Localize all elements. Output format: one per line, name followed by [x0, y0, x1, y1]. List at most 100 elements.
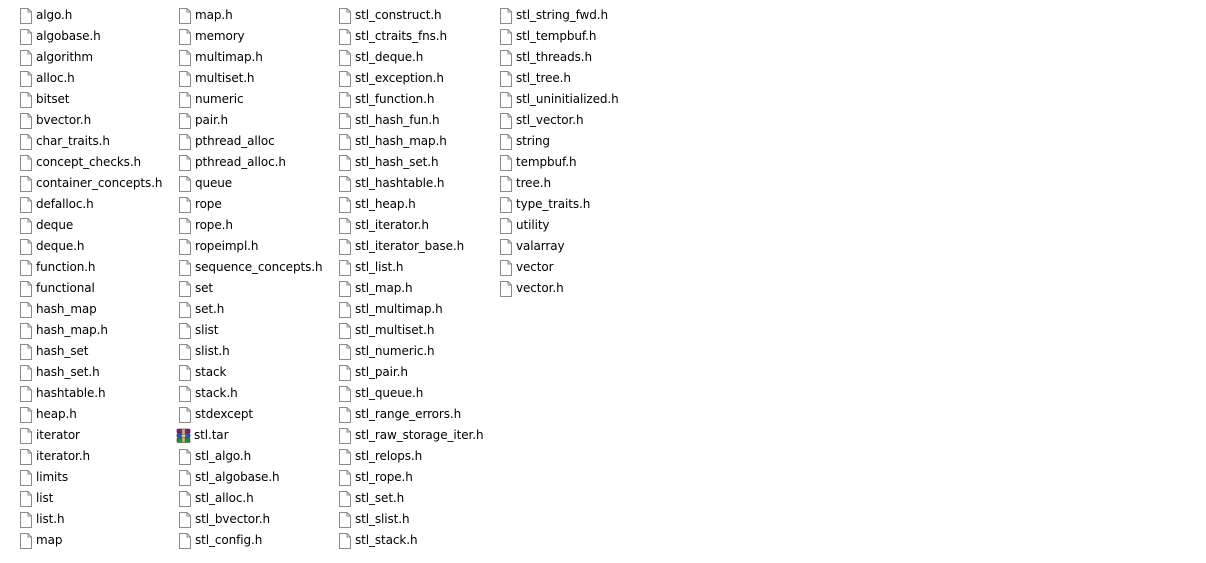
file-name: iterator.h — [36, 449, 91, 463]
file-item[interactable]: function.h — [19, 257, 162, 278]
file-item[interactable]: string — [499, 131, 619, 152]
file-item[interactable]: stl_threads.h — [499, 47, 619, 68]
file-item[interactable]: deque.h — [19, 236, 162, 257]
file-item[interactable]: multimap.h — [178, 47, 322, 68]
file-item[interactable]: limits — [19, 467, 162, 488]
file-item[interactable]: list — [19, 488, 162, 509]
file-item[interactable]: stl_ctraits_fns.h — [338, 26, 483, 47]
file-item[interactable]: stl_exception.h — [338, 68, 483, 89]
file-item[interactable]: stl_range_errors.h — [338, 404, 483, 425]
file-item[interactable]: type_traits.h — [499, 194, 619, 215]
file-item[interactable]: ropeimpl.h — [178, 236, 322, 257]
file-item[interactable]: heap.h — [19, 404, 162, 425]
file-item[interactable]: stl.tar — [176, 425, 322, 446]
file-item[interactable]: stl_tree.h — [499, 68, 619, 89]
file-item[interactable]: concept_checks.h — [19, 152, 162, 173]
file-item[interactable]: map.h — [178, 5, 322, 26]
file-item[interactable]: memory — [178, 26, 322, 47]
file-item[interactable]: algobase.h — [19, 26, 162, 47]
file-item[interactable]: tempbuf.h — [499, 152, 619, 173]
file-item[interactable]: map — [19, 530, 162, 551]
file-item[interactable]: stl_algo.h — [178, 446, 322, 467]
file-item[interactable]: stl_relops.h — [338, 446, 483, 467]
file-item[interactable]: pthread_alloc.h — [178, 152, 322, 173]
file-item[interactable]: bitset — [19, 89, 162, 110]
file-item[interactable]: vector — [499, 257, 619, 278]
file-item[interactable]: stl_pair.h — [338, 362, 483, 383]
file-item[interactable]: stl_hash_map.h — [338, 131, 483, 152]
file-item[interactable]: stl_string_fwd.h — [499, 5, 619, 26]
file-item[interactable]: algo.h — [19, 5, 162, 26]
file-item[interactable]: set.h — [178, 299, 322, 320]
file-item[interactable]: queue — [178, 173, 322, 194]
file-item[interactable]: multiset.h — [178, 68, 322, 89]
file-item[interactable]: slist — [178, 320, 322, 341]
file-name: type_traits.h — [516, 197, 591, 211]
file-item[interactable]: stl_queue.h — [338, 383, 483, 404]
file-item[interactable]: algorithm — [19, 47, 162, 68]
file-item[interactable]: functional — [19, 278, 162, 299]
file-item[interactable]: stl_hash_set.h — [338, 152, 483, 173]
file-item[interactable]: stl_set.h — [338, 488, 483, 509]
file-item[interactable]: slist.h — [178, 341, 322, 362]
file-item[interactable]: vector.h — [499, 278, 619, 299]
file-item[interactable]: stl_list.h — [338, 257, 483, 278]
file-item[interactable]: stl_hashtable.h — [338, 173, 483, 194]
file-item[interactable]: deque — [19, 215, 162, 236]
file-item[interactable]: stl_tempbuf.h — [499, 26, 619, 47]
file-item[interactable]: hash_set.h — [19, 362, 162, 383]
file-item[interactable]: pthread_alloc — [178, 131, 322, 152]
file-item[interactable]: stl_hash_fun.h — [338, 110, 483, 131]
file-item[interactable]: stl_heap.h — [338, 194, 483, 215]
file-item[interactable]: bvector.h — [19, 110, 162, 131]
file-item[interactable]: valarray — [499, 236, 619, 257]
file-item[interactable]: hash_map — [19, 299, 162, 320]
file-item[interactable]: stl_iterator.h — [338, 215, 483, 236]
file-icon — [178, 406, 195, 423]
file-item[interactable]: stl_construct.h — [338, 5, 483, 26]
file-item[interactable]: stl_vector.h — [499, 110, 619, 131]
file-item[interactable]: set — [178, 278, 322, 299]
file-item[interactable]: hashtable.h — [19, 383, 162, 404]
file-item[interactable]: iterator.h — [19, 446, 162, 467]
file-item[interactable]: tree.h — [499, 173, 619, 194]
file-item[interactable]: stack — [178, 362, 322, 383]
file-item[interactable]: pair.h — [178, 110, 322, 131]
file-item[interactable]: stl_algobase.h — [178, 467, 322, 488]
file-item[interactable]: stl_bvector.h — [178, 509, 322, 530]
file-item[interactable]: stl_config.h — [178, 530, 322, 551]
file-name: stl_slist.h — [355, 512, 410, 526]
file-item[interactable]: stl_map.h — [338, 278, 483, 299]
file-name: stl_config.h — [195, 533, 263, 547]
file-item[interactable]: stl_iterator_base.h — [338, 236, 483, 257]
file-icon — [19, 133, 36, 150]
file-item[interactable]: stl_uninitialized.h — [499, 89, 619, 110]
file-item[interactable]: stl_multiset.h — [338, 320, 483, 341]
file-item[interactable]: stl_alloc.h — [178, 488, 322, 509]
file-item[interactable]: numeric — [178, 89, 322, 110]
file-item[interactable]: stl_deque.h — [338, 47, 483, 68]
file-item[interactable]: stl_rope.h — [338, 467, 483, 488]
file-item[interactable]: stack.h — [178, 383, 322, 404]
file-item[interactable]: hash_map.h — [19, 320, 162, 341]
file-item[interactable]: stdexcept — [178, 404, 322, 425]
file-item[interactable]: stl_function.h — [338, 89, 483, 110]
file-item[interactable]: container_concepts.h — [19, 173, 162, 194]
file-item[interactable]: utility — [499, 215, 619, 236]
file-item[interactable]: rope — [178, 194, 322, 215]
file-item[interactable]: stl_raw_storage_iter.h — [338, 425, 484, 446]
file-item[interactable]: stl_slist.h — [338, 509, 483, 530]
file-icon — [178, 154, 195, 171]
file-item[interactable]: alloc.h — [19, 68, 162, 89]
file-item[interactable]: stl_multimap.h — [338, 299, 483, 320]
file-item[interactable]: rope.h — [178, 215, 322, 236]
file-item[interactable]: sequence_concepts.h — [178, 257, 323, 278]
file-item[interactable]: list.h — [19, 509, 162, 530]
file-item[interactable]: stl_stack.h — [338, 530, 483, 551]
file-item[interactable]: stl_numeric.h — [338, 341, 483, 362]
file-icon — [178, 28, 195, 45]
file-item[interactable]: hash_set — [19, 341, 162, 362]
file-item[interactable]: char_traits.h — [19, 131, 162, 152]
file-item[interactable]: iterator — [19, 425, 162, 446]
file-item[interactable]: defalloc.h — [19, 194, 162, 215]
